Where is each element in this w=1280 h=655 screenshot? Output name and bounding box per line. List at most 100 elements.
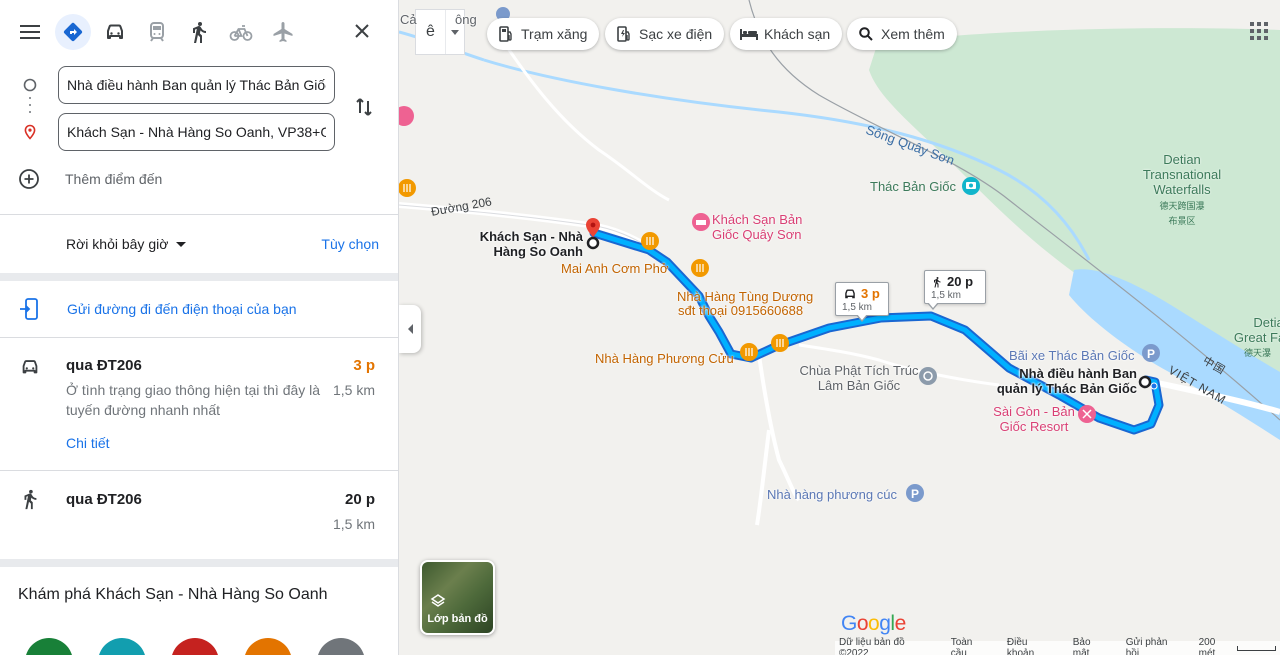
chip-label: Xem thêm — [881, 26, 945, 42]
walk-route-callout[interactable]: 20 p 1,5 km — [924, 270, 986, 310]
callout-time: 20 p — [931, 274, 979, 289]
swap-waypoints-button[interactable] — [352, 95, 376, 119]
chip-more[interactable]: Xem thêm — [847, 18, 957, 50]
map-footer: Dữ liệu bản đồ ©2022 Toàn cầu Điều khoản… — [835, 637, 1280, 655]
apps-grid-button[interactable] — [1250, 22, 1268, 40]
map-label: ông — [455, 12, 477, 27]
menu-button[interactable] — [10, 12, 50, 52]
add-destination-button[interactable]: Thêm điểm đến — [18, 168, 162, 190]
gas-station-icon — [497, 25, 515, 43]
map-layers-button[interactable]: Lớp bản đồ — [420, 560, 495, 635]
detian-great-cn-label: 德天瀑 — [1244, 348, 1272, 358]
route-distance: 1,5 km — [332, 516, 375, 532]
depart-time-label: Rời khỏi bây giờ — [66, 236, 169, 252]
mode-transit-button[interactable] — [136, 12, 178, 52]
scale-label: 200 mét — [1198, 637, 1216, 655]
options-button[interactable]: Tùy chọn — [321, 236, 379, 252]
ev-charging-icon — [615, 25, 633, 43]
close-icon — [355, 24, 369, 38]
road — [497, 34, 670, 202]
explore-category-button[interactable] — [317, 638, 365, 655]
destination-place-label: Khách Sạn - Nhà Hàng So Oanh — [479, 229, 583, 259]
callout-tail — [928, 302, 938, 308]
chevron-left-icon — [407, 324, 413, 334]
chip-hotel[interactable]: Khách sạn — [730, 18, 843, 50]
origin-circle-icon — [23, 78, 37, 92]
directions-icon — [63, 22, 83, 42]
walk-icon — [193, 22, 206, 43]
collapse-panel-button[interactable] — [399, 305, 421, 353]
restaurant-phone-label: sđt thoại 0915660688 — [678, 303, 804, 318]
close-directions-button[interactable] — [348, 17, 376, 45]
scale-bar — [1237, 645, 1277, 651]
explore-category-button[interactable] — [171, 638, 219, 655]
route-option-car[interactable]: qua ĐT206 3 p Ở tình trạng giao thông hi… — [0, 338, 398, 470]
restaurant-label: Nhà Hàng Tùng Dương — [677, 289, 814, 304]
destination-pin-icon — [24, 124, 36, 140]
route-distance: 1,5 km — [332, 382, 375, 398]
svg-text:P: P — [1147, 347, 1155, 361]
mode-flight-button[interactable] — [262, 12, 304, 52]
resort-label: Sài Gòn - Bản Giốc Resort — [993, 404, 1075, 434]
privacy-link[interactable]: Bảo mật — [1073, 637, 1109, 655]
depart-time-dropdown[interactable]: Rời khỏi bây giờ — [66, 236, 187, 252]
detian-label: Detian Transnational Waterfalls — [1142, 152, 1222, 197]
map-label: Cả — [400, 12, 417, 27]
chip-label: Khách sạn — [764, 26, 831, 42]
send-to-phone-button[interactable]: Gửi đường đi đến điện thoại của bạn — [18, 297, 297, 321]
restaurant-label: Mai Anh Cơm Phở — [561, 261, 669, 276]
road — [755, 429, 771, 526]
section-divider — [0, 273, 398, 281]
mode-bike-button[interactable] — [220, 12, 262, 52]
origin-marker — [1138, 375, 1152, 389]
waypoint-connector — [29, 97, 31, 121]
add-circle-icon — [19, 169, 39, 189]
destination-input[interactable]: Khách Sạn - Nhà Hàng So Oanh, VP38+GP — [58, 113, 335, 151]
route-time: 20 p — [344, 491, 375, 508]
origin-input[interactable]: Nhà điều hành Ban quản lý Thác Bản Giốc — [58, 66, 335, 104]
route-option-walk[interactable]: qua ĐT206 20 p 1,5 km — [0, 471, 398, 559]
explore-category-button[interactable] — [98, 638, 146, 655]
explore-category-button[interactable] — [25, 638, 73, 655]
detian-cn-label: 德天跨国瀑布景区 — [1159, 201, 1205, 226]
route-name: qua ĐT206 — [66, 357, 142, 374]
origin-input-text: Nhà điều hành Ban quản lý Thác Bản Giốc — [67, 77, 326, 93]
origin-dot — [1150, 382, 1158, 390]
map-scale[interactable]: 200 mét — [1198, 637, 1277, 655]
route-name: qua ĐT206 — [66, 491, 142, 508]
hotel-icon — [740, 25, 758, 43]
map-canvas[interactable]: P P ê ông Cả Trạm xăng Sạc xe điện Khách… — [399, 0, 1280, 655]
callout-tail — [857, 314, 867, 320]
feedback-link[interactable]: Gửi phản hồi — [1126, 637, 1182, 655]
pagoda-pin — [919, 367, 937, 385]
terms-link[interactable]: Điều khoản — [1007, 637, 1056, 655]
bike-icon — [229, 25, 253, 41]
route-description: Ở tình trạng giao thông hiện tại thì đây… — [66, 382, 321, 418]
parking-label: Bãi xe Thác Bản Giốc — [1009, 348, 1135, 363]
mode-walk-button[interactable] — [178, 12, 220, 52]
car-route-callout[interactable]: 3 p 1,5 km — [835, 282, 889, 322]
callout-time-value: 3 p — [861, 286, 880, 301]
restaurant-label: Nhà hàng phương cúc — [767, 487, 897, 502]
chip-label: Trạm xăng — [521, 26, 588, 42]
route-details-link[interactable]: Chi tiết — [66, 435, 110, 451]
map-layers-label: Lớp bản đồ — [427, 613, 488, 625]
mode-car-button[interactable] — [94, 12, 136, 52]
directions-panel: Nhà điều hành Ban quản lý Thác Bản Giốc … — [0, 0, 399, 655]
chip-gas-station[interactable]: Trạm xăng — [487, 18, 600, 50]
explore-category-button[interactable] — [244, 638, 292, 655]
car-icon — [107, 24, 123, 39]
chip-ev-charging[interactable]: Sạc xe điện — [605, 18, 725, 50]
pagoda-label: Chùa Phật Tích Trúc Lâm Bản Giốc — [799, 363, 919, 393]
mode-best-button[interactable] — [55, 14, 91, 50]
destination-input-text: Khách Sạn - Nhà Hàng So Oanh, VP38+GP — [67, 124, 326, 140]
menu-icon — [20, 25, 40, 39]
input-tools-value: ê — [425, 23, 435, 40]
callout-time: 3 p — [842, 286, 882, 301]
global-link[interactable]: Toàn cầu — [951, 637, 990, 655]
destination-marker — [586, 236, 600, 250]
waterfall-label: Thác Bản Giốc — [870, 179, 956, 194]
callout-distance: 1,5 km — [931, 290, 962, 301]
origin-place-label: Nhà điều hành Ban quản lý Thác Bản Giốc — [996, 366, 1137, 396]
detian-great-label: Detian Great Fall — [1233, 315, 1280, 345]
